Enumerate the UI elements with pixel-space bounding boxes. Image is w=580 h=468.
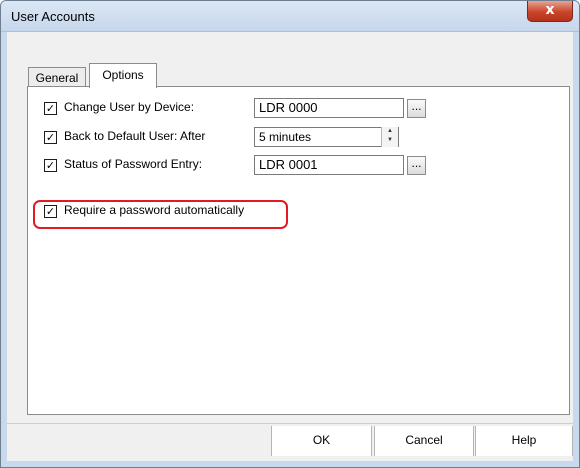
button-separator (7, 423, 573, 424)
window-title: User Accounts (11, 9, 95, 24)
cancel-button[interactable]: Cancel (374, 426, 474, 456)
change-user-browse-button[interactable]: ... (407, 99, 426, 118)
window-frame-left (1, 32, 7, 467)
close-icon: x (545, 2, 555, 18)
window-frame-bottom (1, 461, 579, 467)
spin-down-icon[interactable]: ▼ (382, 136, 398, 145)
minutes-value: 5 minutes (259, 130, 312, 144)
ok-button[interactable]: OK (271, 426, 372, 456)
back-to-default-minutes-field[interactable]: 5 minutes (254, 127, 399, 147)
spin-up-icon[interactable]: ▲ (382, 127, 398, 136)
change-user-device-field[interactable]: LDR 0000 (254, 98, 404, 118)
window-frame-right (573, 32, 579, 467)
checkmark-icon: ✓ (45, 159, 56, 172)
title-bar[interactable]: User Accounts x (1, 1, 579, 32)
help-button[interactable]: Help (475, 426, 573, 456)
minutes-spinner[interactable]: ▲ ▼ (381, 127, 398, 147)
password-status-checkbox[interactable]: ✓ (44, 159, 57, 172)
highlight-outline (33, 200, 288, 229)
tab-options-label: Options (102, 68, 144, 82)
change-user-checkbox[interactable]: ✓ (44, 102, 57, 115)
tab-general[interactable]: General (28, 67, 86, 88)
checkmark-icon: ✓ (45, 102, 56, 115)
tab-general-label: General (35, 71, 79, 85)
password-status-browse-button[interactable]: ... (407, 156, 426, 175)
checkmark-icon: ✓ (45, 131, 56, 144)
close-button[interactable]: x (527, 1, 573, 22)
change-user-label: Change User by Device: (64, 100, 195, 114)
options-panel: ✓ Change User by Device: LDR 0000 ... ✓ … (27, 86, 570, 415)
tab-options[interactable]: Options (89, 63, 157, 88)
back-to-default-label: Back to Default User: After (64, 129, 206, 143)
user-accounts-dialog: User Accounts x General Options ✓ Change… (0, 0, 580, 468)
back-to-default-checkbox[interactable]: ✓ (44, 131, 57, 144)
password-status-label: Status of Password Entry: (64, 157, 203, 171)
password-status-device-field[interactable]: LDR 0001 (254, 155, 404, 175)
